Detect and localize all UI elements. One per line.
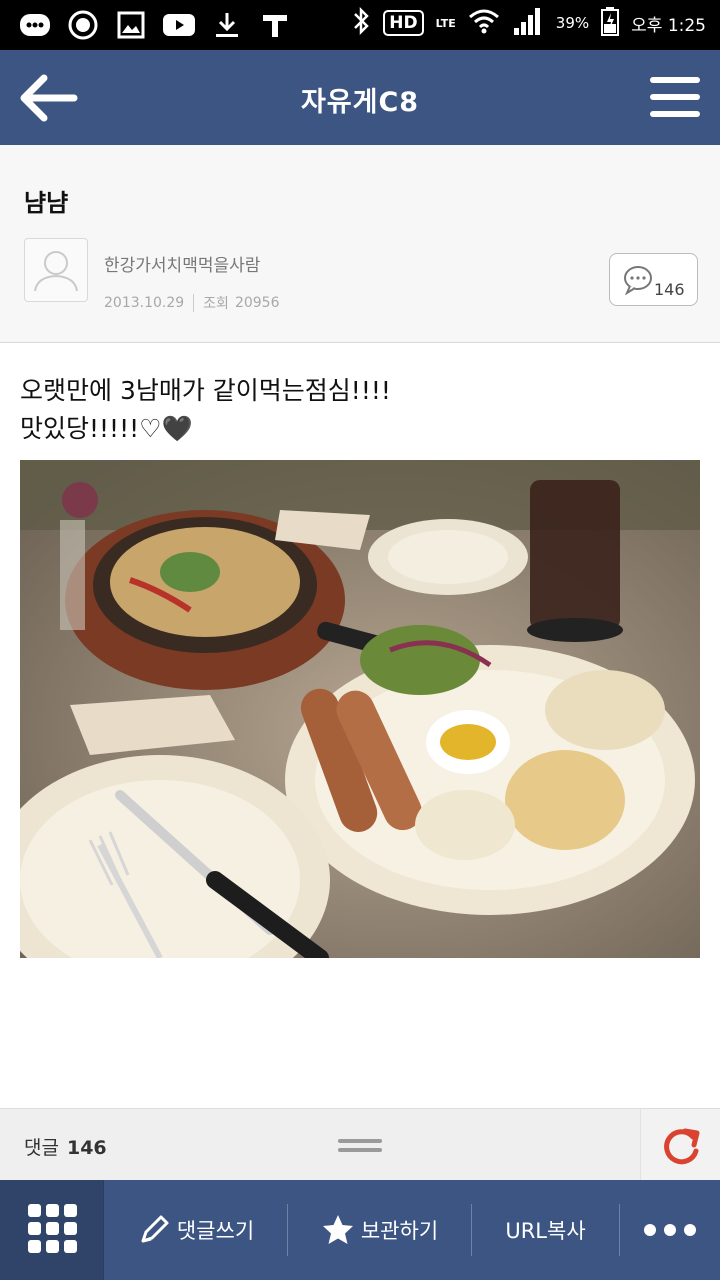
- download-icon: [210, 8, 244, 42]
- status-bar: HD LTE 39% 오후 1:25: [0, 0, 720, 50]
- hd-voice-icon: HD: [383, 10, 424, 36]
- refresh-icon: [664, 1128, 700, 1165]
- board-title: 자유게C8: [300, 87, 420, 118]
- battery-percent: 39%: [555, 14, 590, 32]
- post-header: 냠냠 한강가서치맥먹을사람 2013.10.29 조회 20956 146: [0, 145, 720, 343]
- refresh-button[interactable]: [640, 1109, 720, 1181]
- post-meta: 2013.10.29 조회 20956: [104, 293, 279, 313]
- drag-handle-icon: [338, 1139, 382, 1152]
- save-button[interactable]: 보관하기: [288, 1180, 471, 1280]
- wifi-icon: [468, 7, 500, 39]
- post-body-line: 오랫만에 3남매가 같이먹는점심!!!!: [20, 376, 391, 405]
- drag-handle[interactable]: [338, 1137, 382, 1155]
- hamburger-icon: [650, 77, 700, 117]
- comment-count: 146: [654, 280, 685, 299]
- more-dots-icon: [644, 1224, 696, 1236]
- views-count: 20956: [234, 295, 280, 311]
- avatar[interactable]: [24, 238, 88, 302]
- t-app-icon: [258, 8, 292, 42]
- views-label: 조회: [203, 296, 229, 312]
- youtube-notification-icon: [162, 8, 196, 42]
- comments-label: 댓글: [24, 1137, 59, 1159]
- post-photo[interactable]: [20, 460, 700, 958]
- bottom-nav: 댓글쓰기 보관하기 URL복사: [0, 1180, 720, 1280]
- pencil-icon: [141, 1215, 169, 1243]
- apps-grid-button[interactable]: [0, 1180, 104, 1280]
- post-body: 오랫만에 3남매가 같이먹는점심!!!! 맛있당!!!!!♡🖤: [20, 372, 391, 448]
- clock: 오후 1:25: [631, 15, 706, 36]
- comments-toggle[interactable]: 댓글 146: [24, 1133, 107, 1160]
- copy-url-label: URL복사: [505, 1219, 586, 1243]
- app-bar: 자유게C8: [0, 50, 720, 145]
- comment-count-button[interactable]: 146: [609, 253, 698, 306]
- author-name[interactable]: 한강가서치맥먹을사람: [104, 251, 260, 276]
- meta-divider: [193, 294, 195, 312]
- copy-url-button[interactable]: URL복사: [472, 1180, 619, 1280]
- write-comment-label: 댓글쓰기: [176, 1219, 255, 1243]
- star-icon: [322, 1215, 353, 1244]
- post-date: 2013.10.29: [104, 295, 185, 311]
- comments-count: 146: [66, 1137, 107, 1159]
- save-label: 보관하기: [360, 1219, 439, 1243]
- grid-icon: [28, 1204, 77, 1253]
- menu-button[interactable]: [648, 74, 702, 120]
- default-user-icon: [34, 251, 78, 292]
- post-title: 냠냠: [24, 189, 69, 217]
- image-notification-icon: [114, 8, 148, 42]
- speech-bubble-icon: [624, 266, 652, 295]
- signal-icon: [512, 6, 544, 40]
- post-body-line: 맛있당!!!!!♡🖤: [20, 414, 193, 443]
- badge-notification-icon: [66, 8, 100, 42]
- more-button[interactable]: [620, 1180, 720, 1280]
- battery-icon: [601, 6, 620, 40]
- chat-notification-icon: [18, 8, 52, 42]
- lte-icon: LTE: [435, 16, 456, 30]
- bluetooth-icon: [351, 6, 371, 40]
- comment-bar[interactable]: 댓글 146: [0, 1108, 720, 1181]
- write-comment-button[interactable]: 댓글쓰기: [104, 1180, 287, 1280]
